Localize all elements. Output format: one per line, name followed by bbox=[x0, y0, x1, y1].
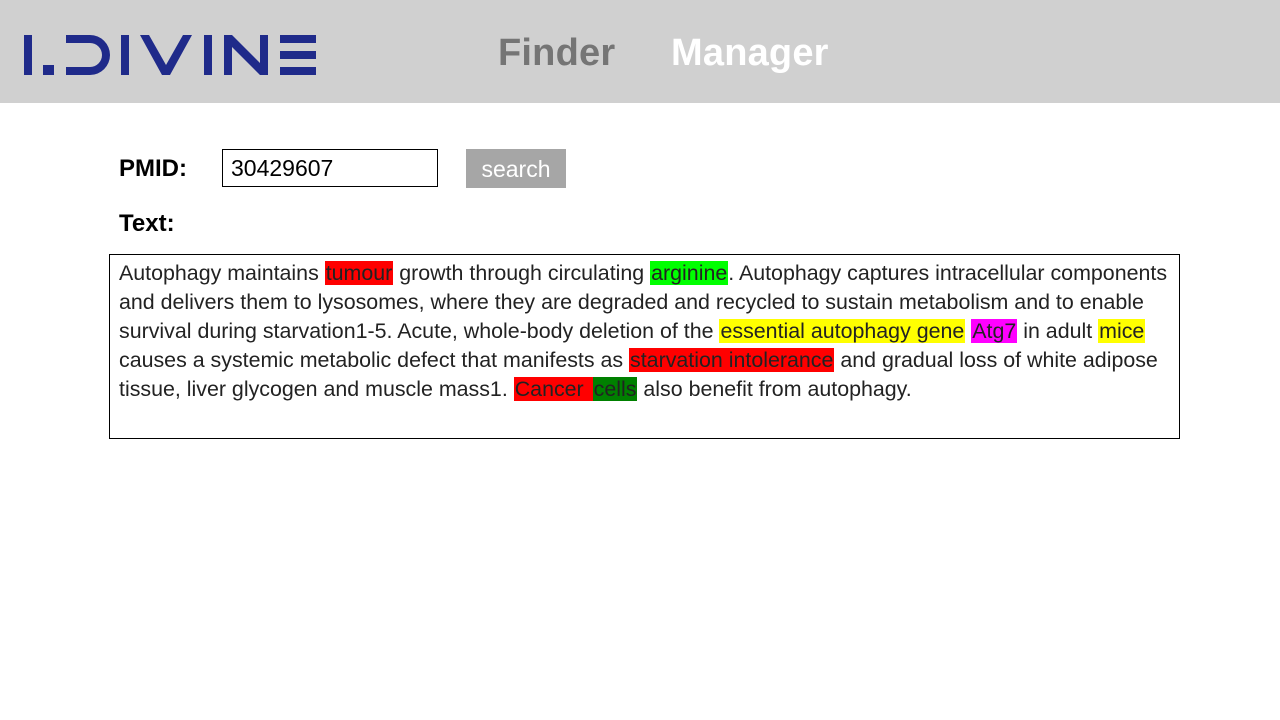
entity-highlight-red[interactable] bbox=[584, 377, 593, 401]
entity-highlight-red[interactable]: Cancer bbox=[513, 377, 585, 401]
entity-highlight-magenta[interactable]: Atg7 bbox=[971, 319, 1018, 343]
entity-highlight-darkgreen[interactable]: cells bbox=[592, 377, 638, 401]
idivine-logo[interactable] bbox=[24, 25, 318, 77]
pmid-label: PMID: bbox=[119, 155, 187, 182]
text-segment: Autophagy maintains bbox=[119, 261, 325, 285]
annotated-text-box: Autophagy maintains tumour growth throug… bbox=[109, 254, 1180, 439]
search-button[interactable]: search bbox=[466, 149, 566, 188]
text-segment: also benefit from autophagy. bbox=[637, 377, 912, 401]
text-segment: causes a systemic metabolic defect that … bbox=[119, 348, 630, 372]
text-segment: growth through circulating bbox=[393, 261, 651, 285]
app-header: Finder Manager bbox=[0, 0, 1280, 103]
pmid-input[interactable] bbox=[222, 149, 438, 187]
entity-highlight-red[interactable]: tumour bbox=[324, 261, 394, 285]
text-segment: in adult bbox=[1017, 319, 1099, 343]
nav-finder[interactable]: Finder bbox=[498, 28, 615, 78]
nav-manager[interactable]: Manager bbox=[671, 28, 829, 78]
entity-highlight-yellow[interactable]: essential autophagy gene bbox=[719, 319, 966, 343]
entity-highlight-yellow[interactable]: mice bbox=[1098, 319, 1146, 343]
entity-highlight-red[interactable]: starvation intolerance bbox=[629, 348, 835, 372]
entity-highlight-green[interactable]: arginine bbox=[650, 261, 729, 285]
idivine-logo-graphic bbox=[24, 35, 316, 75]
text-label: Text: bbox=[119, 210, 175, 237]
